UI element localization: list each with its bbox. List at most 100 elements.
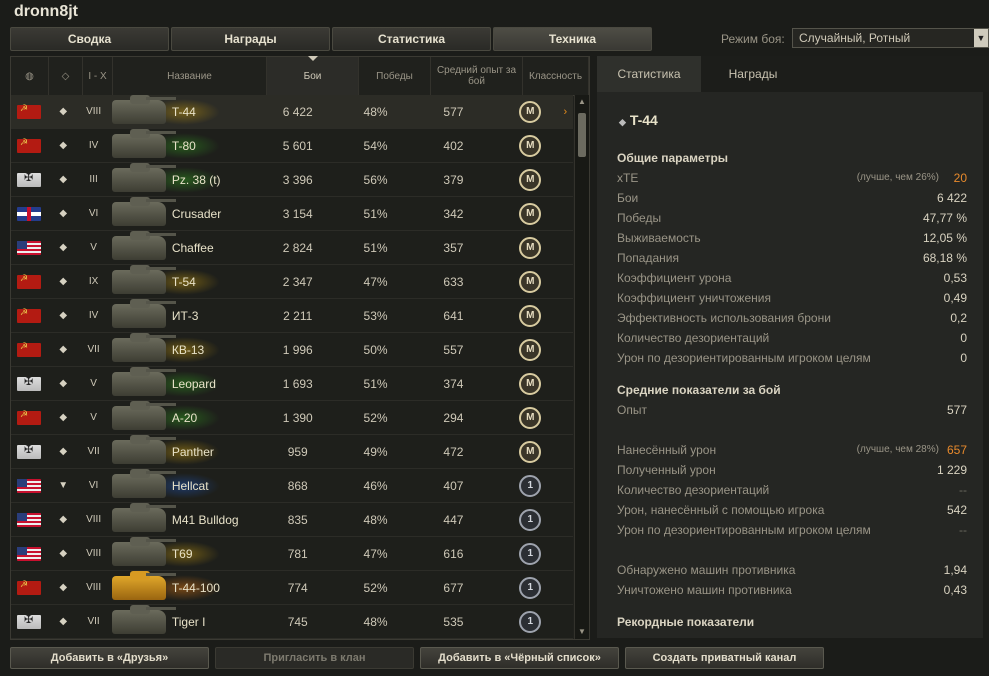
mastery-badge-icon: M: [519, 406, 542, 429]
tier-cell: VI: [88, 208, 99, 219]
vehicle-type-icon: ◆: [59, 208, 68, 219]
avg-exp-sort-header[interactable]: Средний опыт за бой: [431, 57, 523, 95]
stat-value: 0,49: [943, 291, 967, 305]
ussr-flag-icon: [17, 137, 42, 153]
battles-cell: 868: [287, 478, 308, 493]
tank-icon: [111, 366, 176, 396]
battles-sort-header[interactable]: Бои: [267, 56, 359, 95]
scroll-thumb[interactable]: [578, 113, 586, 157]
table-scrollbar[interactable]: ▲ ▼: [574, 95, 589, 639]
selected-vehicle-name: T-44: [629, 112, 658, 128]
tab-awards[interactable]: Награды: [171, 27, 330, 51]
stat-value: --: [959, 483, 967, 497]
vehicle-table: ◍ ◇ I - X Название Бои Победы Средний оп…: [10, 56, 590, 640]
battles-cell: 774: [287, 580, 308, 595]
wins-cell: 54%: [363, 138, 388, 153]
table-row[interactable]: ◆ VIII T-44-100 774 52% 677 1: [11, 570, 573, 605]
table-row[interactable]: ▼ VI Hellcat 868 46% 407 1: [11, 468, 573, 503]
stat-row: Уничтожено машин противника 0,43: [617, 580, 967, 600]
tab-vehicles[interactable]: Техника: [493, 27, 652, 51]
panel-tab-statistics[interactable]: Статистика: [597, 56, 701, 92]
stats-list: Общие параметры xTE (лучше, чем 26%) 20 Бои 6…: [617, 148, 967, 632]
panel-tab-awards[interactable]: Награды: [701, 56, 805, 92]
wins-sort-header[interactable]: Победы: [359, 57, 431, 95]
table-row[interactable]: ◆ VII Tiger I 745 48% 535 1: [11, 604, 573, 639]
invite-to-clan-button[interactable]: Пригласить в клан: [215, 647, 414, 669]
chevron-down-icon[interactable]: ▼: [974, 29, 988, 47]
stat-row: Нанесённый урон (лучше, чем 28%) 657: [617, 440, 967, 460]
tier-cell: IV: [88, 310, 99, 321]
table-row[interactable]: ◆ IV ИТ-3 2 211 53% 641 M: [11, 298, 573, 333]
wins-cell: 53%: [363, 308, 388, 323]
tier-cell: IX: [88, 276, 99, 287]
stat-value: 47,77 %: [922, 211, 967, 225]
vehicle-name: Tiger I: [171, 614, 206, 629]
tank-icon: [111, 434, 176, 464]
name-cell: Pz. 38 (t): [108, 162, 254, 197]
add-to-blacklist-button[interactable]: Добавить в «Чёрный список»: [420, 647, 619, 669]
battle-mode-select[interactable]: Случайный, Ротный ▼: [792, 28, 989, 48]
nation-flag-cell: [11, 443, 47, 459]
stat-value: 12,05 %: [922, 231, 967, 245]
ussr-flag-icon: [17, 307, 42, 323]
panel-scrollbar[interactable]: [983, 92, 989, 638]
table-row[interactable]: ◆ VIII M41 Bulldog 835 48% 447 1: [11, 502, 573, 537]
stat-value: 1 229: [936, 463, 967, 477]
create-private-channel-button[interactable]: Создать приватный канал: [625, 647, 824, 669]
mastery-cell: M: [497, 372, 563, 395]
mastery-badge-icon: 1: [519, 610, 542, 633]
avg-exp-cell: 374: [443, 376, 464, 391]
table-row[interactable]: ◆ VII КВ-13 1 996 50% 557 M: [11, 332, 573, 367]
stat-row: Эффективность использования брони 0,2: [617, 308, 967, 328]
wins-cell: 52%: [363, 580, 388, 595]
nation-sort-header[interactable]: ◍: [11, 57, 49, 95]
table-row[interactable]: ◆ V Chaffee 2 824 51% 357 M: [11, 230, 573, 265]
table-row[interactable]: ◆ IV T-80 5 601 54% 402 M: [11, 128, 573, 163]
stat-label: Количество дезориентаций: [617, 331, 770, 345]
table-row[interactable]: ◆ V A-20 1 390 52% 294 M: [11, 400, 573, 435]
wins-cell: 49%: [363, 444, 388, 459]
vehicle-name: Panther: [171, 444, 214, 459]
battles-cell: 5 601: [282, 138, 313, 153]
avg-exp-cell: 447: [443, 512, 464, 527]
table-row[interactable]: ◆ III Pz. 38 (t) 3 396 56% 379 M: [11, 162, 573, 197]
player-name: dronn8jt: [14, 3, 78, 20]
stat-value: 1,94: [943, 563, 967, 577]
vehicle-type-icon: ▼: [58, 480, 69, 491]
tab-summary[interactable]: Сводка: [10, 27, 169, 51]
tier-sort-header[interactable]: I - X: [83, 57, 113, 95]
vehicle-type-icon: ◆: [59, 106, 68, 117]
name-sort-header[interactable]: Название: [113, 57, 267, 95]
table-row[interactable]: ◆ V Leopard 1 693 51% 374 M: [11, 366, 573, 401]
stat-value: 20: [953, 171, 967, 185]
tab-statistics[interactable]: Статистика: [332, 27, 491, 51]
add-friend-button[interactable]: Добавить в «Друзья»: [10, 647, 209, 669]
section-title: Общие параметры: [617, 151, 729, 165]
table-row[interactable]: ◆ VIII T-44 6 422 48% 577 M ›: [11, 95, 573, 129]
vehicle-name: T-54: [171, 274, 196, 289]
stat-label: Уничтожено машин противника: [617, 583, 792, 597]
vehicle-type-icon: ◆: [59, 140, 68, 151]
scroll-up-icon[interactable]: ▲: [577, 97, 587, 107]
scroll-down-icon[interactable]: ▼: [577, 627, 587, 637]
name-cell: M41 Bulldog: [108, 502, 254, 537]
stat-hint: (лучше, чем 26%): [856, 172, 939, 183]
wins-cell: 52%: [363, 410, 388, 425]
table-row[interactable]: ◆ VIII T69 781 47% 616 1: [11, 536, 573, 571]
nation-flag-cell: [11, 307, 47, 323]
usa-flag-icon: [17, 240, 42, 255]
nation-flag-cell: [11, 137, 47, 153]
stat-row: Попадания 68,18 %: [617, 248, 967, 268]
panel-tabs: Статистика Награды: [597, 56, 989, 92]
mastery-sort-header[interactable]: Классность: [523, 57, 589, 95]
selected-arrow-icon: ›: [563, 105, 568, 118]
type-sort-header[interactable]: ◇: [49, 57, 83, 95]
table-row[interactable]: ◆ IX T-54 2 347 47% 633 M: [11, 264, 573, 299]
table-row[interactable]: ◆ VI Crusader 3 154 51% 342 M: [11, 196, 573, 231]
mastery-badge-icon: M: [519, 304, 542, 327]
mastery-badge-icon: M: [519, 440, 542, 463]
stat-value: 577: [946, 403, 967, 417]
wins-cell: 48%: [363, 104, 388, 119]
table-row[interactable]: ◆ VII Panther 959 49% 472 M: [11, 434, 573, 469]
battles-cell: 2 824: [282, 240, 313, 255]
